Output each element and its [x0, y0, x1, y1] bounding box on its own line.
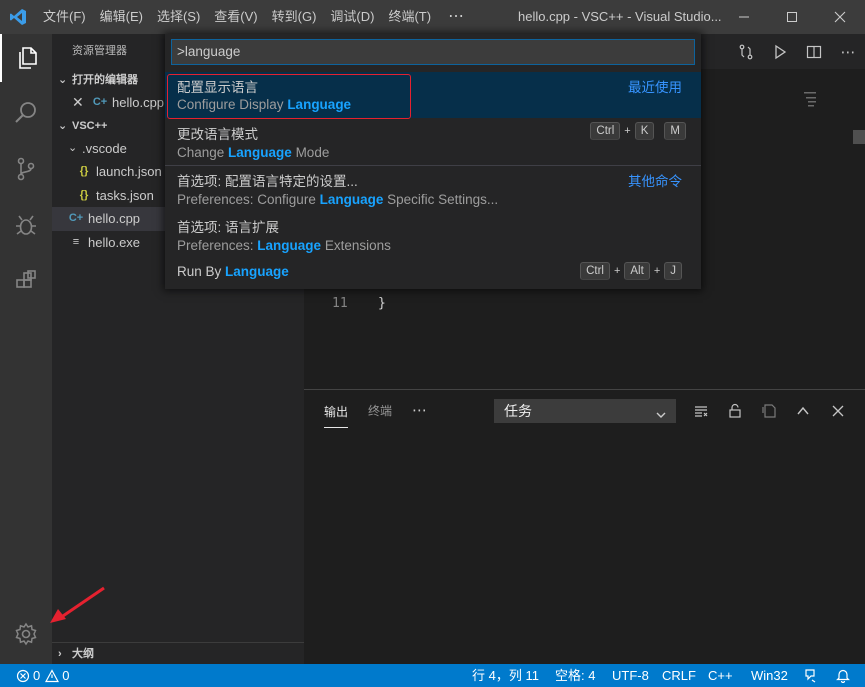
code-text: } — [378, 296, 386, 311]
warning-count: 0 — [62, 668, 70, 683]
more-actions-icon[interactable]: ⋯ — [831, 34, 865, 69]
chevron-down-icon — [655, 405, 667, 427]
palette-item-label: 首选项: 语言扩展 — [177, 220, 280, 235]
notifications-bell-icon[interactable] — [836, 664, 850, 687]
chevron-right-icon: › — [58, 647, 62, 660]
tree-item-label: launch.json — [96, 164, 162, 179]
menu-selection[interactable]: 选择(S) — [150, 0, 207, 34]
palette-item-description: Change Language Mode — [177, 145, 330, 160]
menu-view[interactable]: 查看(V) — [207, 0, 264, 34]
palette-item-description: Preferences: Configure Language Specific… — [177, 192, 499, 207]
indentation-setting[interactable]: 空格: 4 — [555, 664, 595, 687]
bottom-panel: 输出 终端 ⋯ 任务 — [304, 389, 865, 664]
cursor-position[interactable]: 行 4，列 11 — [472, 664, 539, 687]
vscode-logo-icon — [0, 0, 36, 34]
json-braces-icon: {} — [79, 188, 89, 201]
tree-item-label: hello.cpp — [88, 211, 141, 226]
palette-item-language-extensions[interactable]: 首选项: 语言扩展 Preferences: Language Extensio… — [165, 211, 701, 257]
open-editor-label: hello.cpp — [112, 95, 165, 110]
outline-label: 大纲 — [72, 647, 94, 660]
warning-icon — [45, 668, 60, 682]
problems-indicator[interactable]: 0 0 — [16, 664, 69, 687]
menu-debug[interactable]: 调试(D) — [323, 0, 381, 34]
compare-icon[interactable] — [729, 34, 763, 69]
error-icon — [16, 669, 30, 682]
highlight-box-annotation — [167, 74, 411, 119]
activity-bar — [0, 34, 52, 664]
file-lines-icon: ≡ — [72, 235, 80, 248]
cpp-file-icon: C+ — [92, 96, 108, 108]
palette-item-run-by-language[interactable]: Run By Language Ctrl + Alt + J — [165, 259, 701, 285]
window-title: hello.cpp - VSC++ - Visual Studio... — [518, 9, 722, 24]
palette-item-label: 更改语言模式 — [177, 127, 258, 142]
palette-item-label: Run By Language — [177, 264, 289, 279]
source-control-icon[interactable] — [0, 145, 52, 193]
maximize-button[interactable] — [769, 0, 815, 34]
outline-header[interactable]: › 大纲 — [52, 642, 304, 664]
chevron-down-icon: ⌄ — [58, 119, 68, 132]
run-icon[interactable] — [763, 34, 797, 69]
tab-output[interactable]: 输出 — [324, 392, 349, 428]
line-number: 11 — [332, 296, 348, 311]
tree-item-label: .vscode — [82, 140, 127, 156]
explorer-icon[interactable] — [0, 34, 52, 82]
tree-item-label: tasks.json — [96, 187, 154, 203]
menu-go[interactable]: 转到(G) — [265, 0, 324, 34]
cpp-file-icon: C+ — [68, 212, 84, 224]
arrow-annotation-icon — [50, 586, 105, 623]
encoding-setting[interactable]: UTF-8 — [612, 664, 649, 687]
command-palette: >language 配置显示语言 Configure Display Langu… — [165, 34, 701, 289]
lock-scroll-icon[interactable] — [724, 399, 746, 423]
close-window-button[interactable] — [817, 0, 863, 34]
minimap[interactable] — [802, 90, 852, 120]
palette-category-other: 其他命令 — [628, 174, 682, 189]
palette-item-description: Preferences: Language Extensions — [177, 238, 391, 253]
close-panel-icon[interactable] — [827, 399, 849, 423]
keybinding: Ctrl + K M — [590, 122, 686, 140]
eol-setting[interactable]: CRLF — [662, 664, 696, 687]
chevron-down-icon: ⌄ — [68, 141, 78, 154]
command-palette-input[interactable]: >language — [171, 39, 695, 65]
error-count: 0 — [33, 668, 41, 683]
keybinding: Ctrl + Alt + J — [580, 262, 682, 280]
search-icon[interactable] — [0, 89, 52, 137]
editor-actions: ⋯ — [729, 34, 865, 69]
extensions-icon[interactable] — [0, 257, 52, 305]
scrollbar-thumb[interactable] — [853, 130, 865, 144]
maximize-panel-icon[interactable] — [792, 399, 814, 423]
open-editors-label: 打开的编辑器 — [72, 74, 138, 86]
close-editor-icon[interactable]: ✕ — [72, 91, 88, 115]
palette-item-configure-language-settings[interactable]: 首选项: 配置语言特定的设置... Preferences: Configure… — [165, 165, 701, 211]
status-bar: 0 0 行 4，列 11 空格: 4 UTF-8 CRLF C++ Win32 — [0, 664, 865, 687]
panel-more-button[interactable]: ⋯ — [412, 401, 427, 419]
split-editor-icon[interactable] — [797, 34, 831, 69]
palette-category-recent: 最近使用 — [628, 80, 682, 95]
debug-icon[interactable] — [0, 201, 52, 249]
feedback-icon[interactable] — [803, 664, 818, 687]
menu-edit[interactable]: 编辑(E) — [93, 0, 150, 34]
palette-item-label: 首选项: 配置语言特定的设置... — [177, 174, 358, 189]
settings-gear-icon[interactable] — [0, 610, 52, 658]
json-braces-icon: {} — [79, 165, 89, 177]
language-mode[interactable]: C++ — [708, 664, 733, 687]
menu-more-button[interactable]: ⋯ — [438, 0, 474, 34]
title-bar: 文件(F) 编辑(E) 选择(S) 查看(V) 转到(G) 调试(D) 终端(T… — [0, 0, 865, 34]
tab-terminal[interactable]: 终端 — [368, 390, 392, 430]
clear-output-icon[interactable] — [690, 399, 712, 423]
code-line[interactable]: 11 } — [304, 296, 865, 315]
workspace-label: VSC++ — [72, 119, 108, 132]
palette-item-change-language-mode[interactable]: 更改语言模式 Change Language Mode Ctrl + K M — [165, 118, 701, 164]
chevron-down-icon: ⌄ — [58, 74, 68, 86]
panel-tabs: 输出 终端 ⋯ — [304, 390, 427, 430]
menu-bar: 文件(F) 编辑(E) 选择(S) 查看(V) 转到(G) 调试(D) 终端(T… — [36, 0, 474, 34]
minimize-button[interactable] — [721, 0, 767, 34]
menu-terminal[interactable]: 终端(T) — [381, 0, 438, 34]
menu-file[interactable]: 文件(F) — [36, 0, 93, 34]
open-log-file-icon[interactable] — [758, 399, 780, 423]
platform-config[interactable]: Win32 — [751, 664, 788, 687]
tree-item-label: hello.exe — [88, 234, 141, 250]
output-channel-select[interactable]: 任务 — [494, 399, 676, 423]
output-channel-value: 任务 — [504, 403, 532, 419]
